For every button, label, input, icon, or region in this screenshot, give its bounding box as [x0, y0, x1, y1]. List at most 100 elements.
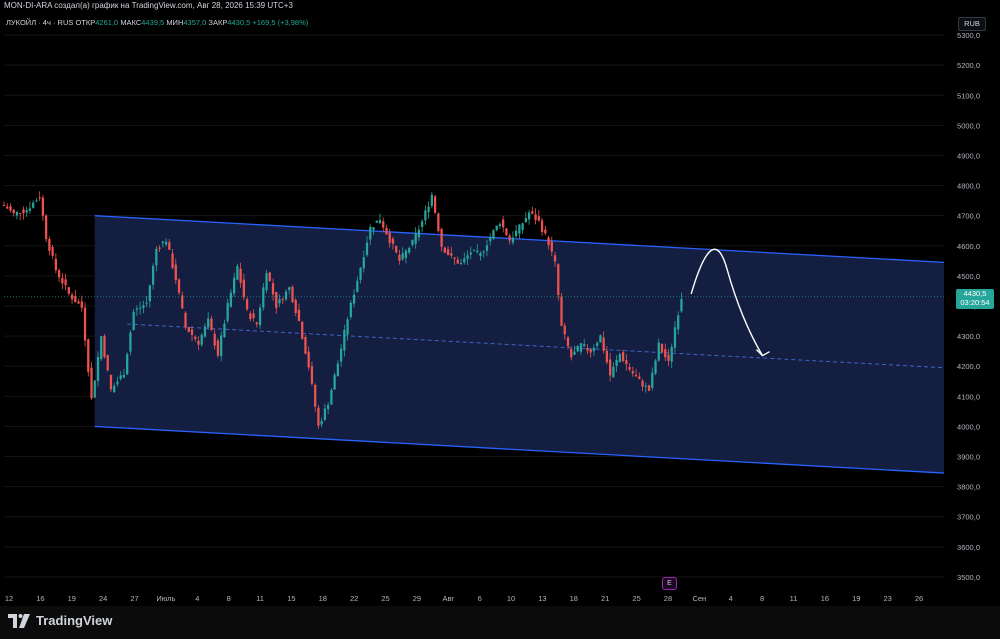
earnings-event-badge[interactable]: E [662, 577, 677, 590]
candle-body [479, 252, 482, 257]
candle-body [382, 221, 385, 228]
candle [103, 333, 106, 359]
candle [67, 287, 70, 296]
candle [77, 298, 80, 305]
price-axis-label: 4700,0 [957, 212, 980, 221]
candle [654, 358, 657, 376]
candle-body [236, 266, 239, 280]
time-axis-label: Июль [156, 594, 175, 603]
candle-body [414, 233, 417, 244]
candle [618, 352, 621, 363]
time-axis-label: 15 [287, 594, 295, 603]
candle-body [262, 287, 265, 308]
candle-body [77, 301, 80, 304]
candle-body [255, 322, 258, 325]
candle-body [518, 224, 521, 234]
candle-body [489, 236, 492, 242]
price-axis-label: 4800,0 [957, 182, 980, 191]
candle-body [327, 404, 330, 410]
candle-body [83, 307, 87, 341]
candle-body [667, 354, 670, 361]
time-axis-label: 19 [852, 594, 860, 603]
candle [6, 203, 9, 210]
candle-body [310, 366, 314, 384]
current-price-tag: 4430,5 03:20:54 [956, 289, 994, 309]
time-axis-label: 16 [36, 594, 44, 603]
candle-body [271, 282, 275, 295]
time-axis-label: 27 [130, 594, 138, 603]
candle-body [19, 213, 22, 215]
candle-body [216, 340, 220, 356]
currency-button[interactable]: RUB [958, 17, 986, 31]
candle-body [531, 211, 534, 214]
candle [304, 334, 307, 355]
price-chart[interactable]: 3500,03600,03700,03800,03900,04000,04100… [0, 12, 1000, 606]
candle-body [437, 213, 440, 232]
time-axis-label: 4 [729, 594, 733, 603]
candle-body [197, 340, 200, 345]
price-axis-label: 3900,0 [957, 453, 980, 462]
candle-body [161, 241, 164, 244]
candle-body [615, 360, 618, 367]
price-axis-label: 3800,0 [957, 483, 980, 492]
price-axis-label: 4900,0 [957, 151, 980, 160]
candle-body [54, 258, 57, 271]
price-axis-label: 3700,0 [957, 513, 980, 522]
candle-body [200, 334, 203, 345]
candle [505, 227, 508, 236]
candle-body [485, 245, 489, 251]
candle-body [135, 308, 139, 310]
candle-body [570, 348, 573, 358]
candle-body [359, 267, 362, 280]
candle-body [2, 205, 6, 207]
candle-body [369, 226, 372, 240]
price-axis-label: 5300,0 [957, 31, 980, 40]
candle-body [151, 265, 155, 285]
change-value: +169,5 (+3,98%) [252, 18, 309, 27]
candle-body [252, 313, 255, 318]
candle-body [323, 408, 327, 420]
candle-body [401, 253, 404, 260]
candle [502, 216, 505, 233]
candle-body [80, 301, 83, 308]
candle-body [466, 255, 469, 259]
candle [15, 210, 19, 220]
time-axis[interactable]: 12 16 19 24 27 Июль 4 8 11 15 18 22 25 29 Авг 6 10 13 18 21… [5, 594, 923, 603]
candle-body [38, 197, 41, 199]
candle-body [268, 272, 271, 282]
symbol-name: ЛУКОЙЛ · 4ч · RUS [6, 18, 74, 27]
candle [126, 352, 129, 375]
candle-body [404, 250, 408, 259]
candle-body [495, 225, 498, 231]
candle-body [634, 374, 638, 377]
candle [433, 194, 437, 215]
candle [647, 384, 651, 392]
candle [54, 253, 57, 274]
time-axis-label: 4 [195, 594, 199, 603]
candle-body [472, 249, 476, 251]
candle [87, 338, 90, 377]
candle-body [109, 374, 113, 390]
candle [540, 218, 544, 236]
candle-body [602, 337, 605, 351]
tradingview-logo[interactable]: TradingView [8, 613, 112, 628]
candle-body [314, 384, 317, 407]
time-axis-label: 29 [413, 594, 421, 603]
candle [80, 295, 83, 312]
tradingview-logo-text: TradingView [36, 613, 113, 628]
candle-body [336, 363, 339, 377]
time-axis-label: 23 [883, 594, 891, 603]
candle [61, 272, 64, 290]
candle-body [194, 336, 197, 339]
candle-body [349, 302, 352, 318]
candle-body [599, 335, 602, 343]
bar-countdown-timer: 03:20:54 [960, 298, 990, 307]
candle [28, 201, 32, 214]
candle [330, 388, 333, 405]
candle-body [223, 323, 226, 337]
candle-body [333, 374, 336, 390]
candle [268, 271, 271, 282]
candle [106, 354, 109, 372]
current-price-value: 4430,5 [963, 289, 987, 298]
candle-body [278, 299, 281, 304]
